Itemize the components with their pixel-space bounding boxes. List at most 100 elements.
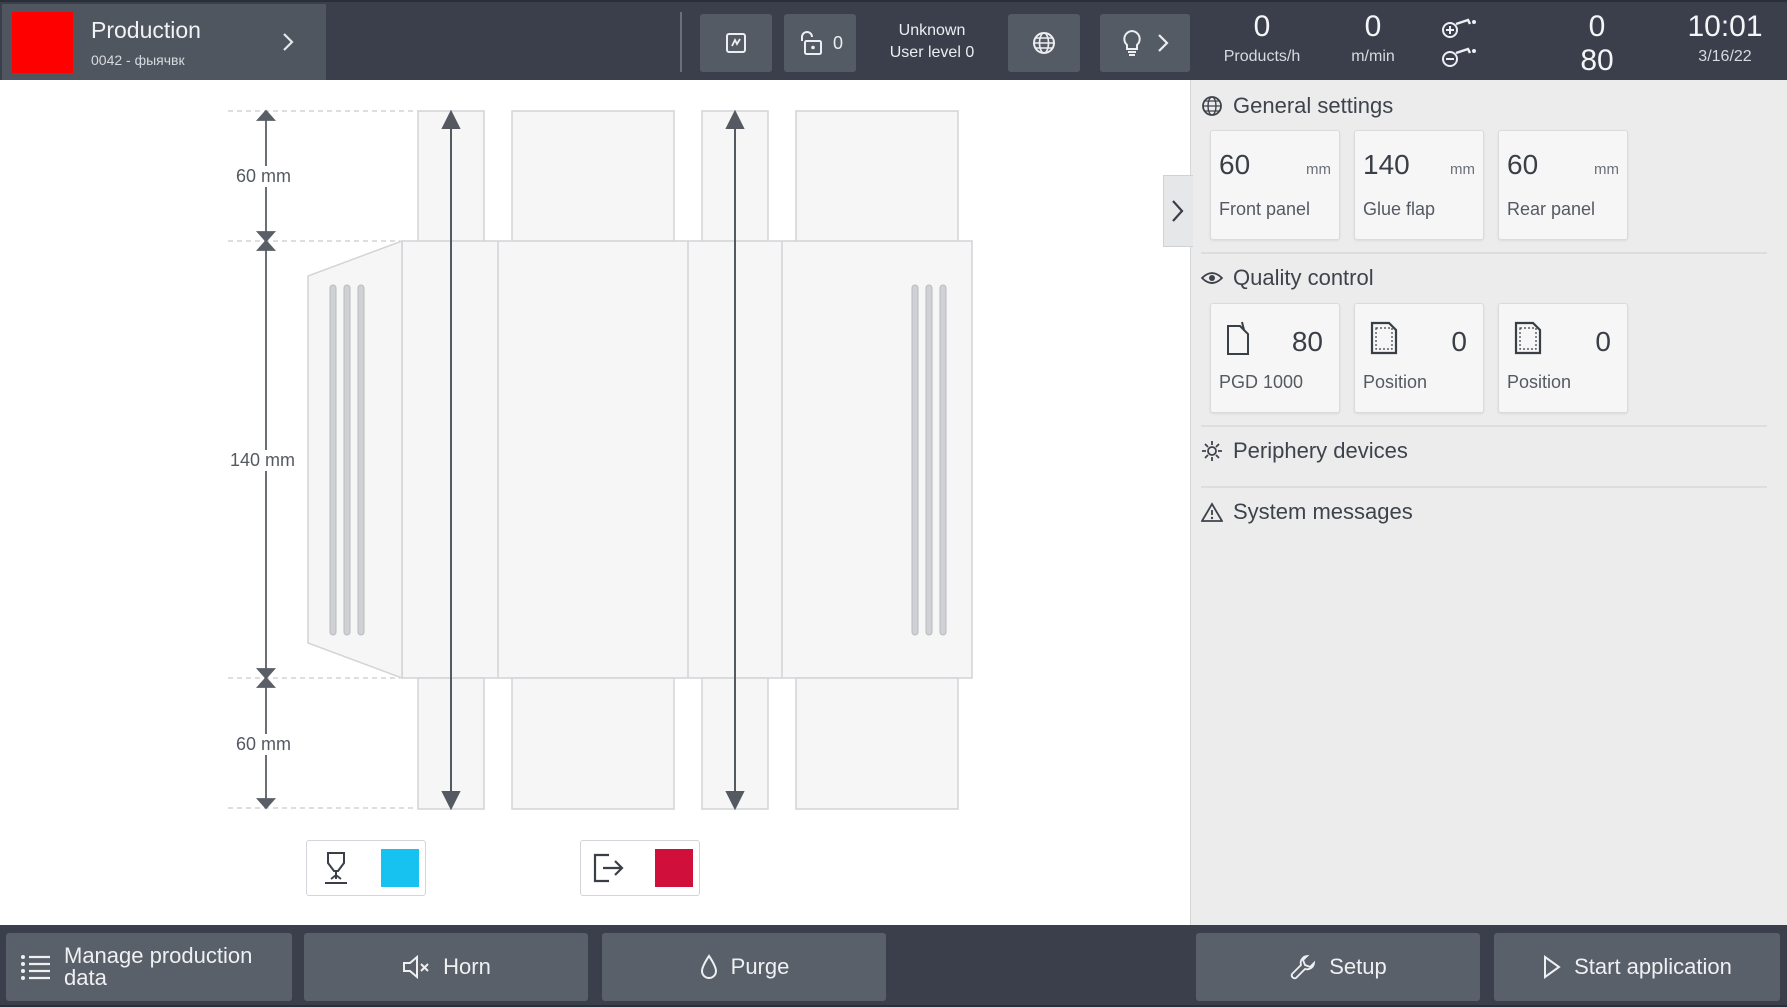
glue-color-swatch [381,849,419,887]
production-status-indicator [12,12,73,73]
front-panel-value: 60 [1219,149,1251,180]
unlock-icon [800,31,822,55]
horn-label: Horn [443,954,491,979]
periphery-devices-header[interactable]: Periphery devices [1201,438,1408,464]
start-application-label: Start application [1574,954,1732,979]
position-1-value: 0 [1451,326,1467,357]
position-2-label: Position [1507,372,1572,392]
front-panel-unit: mm [1306,161,1331,178]
lock-count: 0 [832,32,843,53]
manage-production-label: Manage production data [64,945,252,989]
user-level: User level 0 [889,44,975,61]
date: 3/16/22 [1698,48,1752,65]
lock-button[interactable]: 0 [784,14,856,72]
position-2-value: 0 [1595,326,1611,357]
droplet-icon [700,954,717,979]
speed-value: 0 [1364,10,1382,43]
eject-color-swatch [655,849,693,887]
carton-panels [307,110,973,810]
setup-button[interactable]: Setup [1196,933,1480,1001]
glue-flap-unit: mm [1450,161,1475,178]
globe-network-icon [1033,32,1055,54]
quality-control-title: Quality control [1233,265,1374,290]
top-dimension-label: 60 mm [234,166,294,187]
glue-nozzle-icon [325,852,347,884]
system-messages-header[interactable]: System messages [1201,499,1413,525]
top-bar: Production 0042 - фыячвк 0 Unknown User … [0,0,1787,80]
middle-dimension-label: 140 mm [228,450,298,471]
glue-flap-label: Glue flap [1363,199,1436,219]
products-per-hour: 0 Products/h [1212,10,1312,66]
lightbulb-icon [1123,29,1141,56]
play-icon [1544,955,1561,979]
bottom-dimension-label: 60 mm [234,734,294,755]
production-job: 0042 - фыячвк [91,52,185,68]
language-button[interactable] [1008,14,1080,72]
wrench-icon [1291,954,1316,980]
manage-production-data-button[interactable]: Manage production data [6,933,292,1001]
horn-button[interactable]: Horn [304,933,588,1001]
start-application-button[interactable]: Start application [1494,933,1780,1001]
setup-label: Setup [1329,954,1387,979]
pgd-1000-card[interactable]: 80 PGD 1000 [1210,303,1340,413]
user-info[interactable]: Unknown User level 0 [870,20,994,64]
carton-drawing-area: 60 mm 140 mm 60 mm [0,80,1190,925]
glue-flap-card[interactable]: 140 mm Glue flap [1354,130,1484,240]
pgd-1000-value: 80 [1291,326,1323,357]
section-divider [1201,486,1767,488]
warning-icon [1201,502,1223,522]
quality-control-header[interactable]: Quality control [1201,265,1374,291]
light-button[interactable] [1100,14,1190,72]
clock: 10:01 3/16/22 [1668,10,1782,66]
products-unit: Products/h [1223,48,1301,65]
counter-bottom: 80 [1580,44,1614,77]
counter-icons [1440,14,1480,74]
glue-unit-legend[interactable] [306,840,426,896]
notes-button[interactable] [700,14,772,72]
sensor-document-icon [1227,321,1249,355]
chevron-right-icon [283,33,294,51]
rear-panel-value: 60 [1507,149,1539,180]
document-dotted-icon [1514,321,1542,355]
general-settings-header[interactable]: General settings [1201,93,1393,119]
position-card-2[interactable]: 0 Position [1498,303,1628,413]
purge-button[interactable]: Purge [602,933,886,1001]
manage-production-line2: data [64,965,107,990]
rear-panel-unit: mm [1594,161,1619,178]
production-selector[interactable]: Production 0042 - фыячвк [2,4,326,80]
production-counter: 0 80 [1542,10,1652,78]
general-settings-title: General settings [1233,93,1394,118]
time: 10:01 [1687,10,1763,43]
document-dotted-icon [1370,321,1398,355]
notepad-icon [726,33,746,53]
user-name: Unknown [898,22,966,39]
chevron-right-icon [1172,200,1184,222]
pgd-1000-label: PGD 1000 [1219,372,1304,392]
manage-production-line1: Manage production [64,943,253,968]
line-speed: 0 m/min [1323,10,1423,66]
toolbar-divider [680,12,682,72]
front-panel-card[interactable]: 60 mm Front panel [1210,130,1340,240]
gear-icon [1202,441,1222,461]
speed-unit: m/min [1351,48,1395,65]
production-title: Production [91,17,201,43]
bottom-bar: Manage production data Horn Purge Setup … [0,925,1787,1007]
rear-panel-card[interactable]: 60 mm Rear panel [1498,130,1628,240]
front-panel-label: Front panel [1219,199,1311,219]
carton-blank-diagram [228,109,973,811]
counter-subtract-icon [1442,47,1476,67]
system-messages-title: System messages [1233,499,1413,524]
exit-arrow-icon [593,853,624,883]
counter-top: 0 [1588,10,1606,43]
globe-icon [1202,96,1222,116]
eject-unit-legend[interactable] [580,840,700,896]
purge-label: Purge [730,954,790,979]
section-divider [1201,425,1767,427]
panel-collapse-toggle[interactable] [1163,175,1193,247]
section-divider [1201,252,1767,254]
glue-flap-value: 140 [1363,149,1410,180]
eye-icon [1201,272,1223,284]
products-value: 0 [1253,10,1271,43]
periphery-devices-title: Periphery devices [1233,438,1408,463]
position-card-1[interactable]: 0 Position [1354,303,1484,413]
